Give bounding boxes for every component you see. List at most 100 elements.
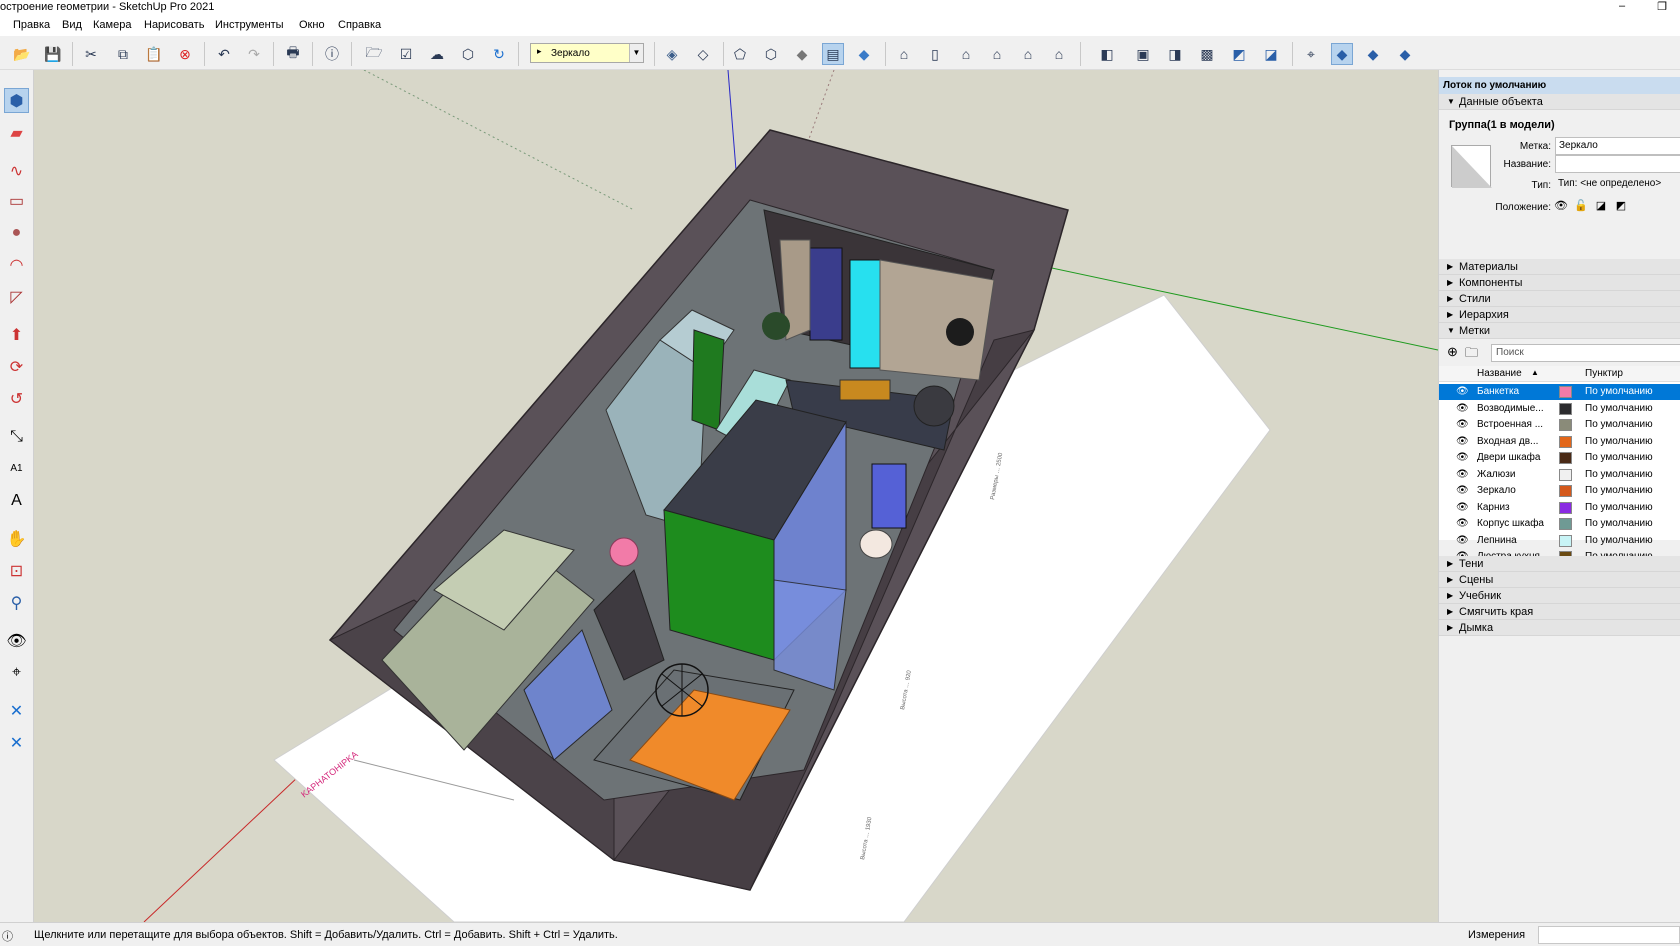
push-pull-tool-icon[interactable]: ⬆ (4, 322, 29, 347)
visibility-icon[interactable]: 👁 (1553, 197, 1569, 213)
warehouse-icon[interactable]: ⬡ (457, 43, 479, 65)
tag-row[interactable]: 👁 Жалюзи По умолчанию (1439, 467, 1680, 483)
tags-search-input[interactable]: Поиск (1491, 344, 1680, 362)
name-field[interactable] (1555, 155, 1680, 173)
erase-icon[interactable]: ⊗ (174, 43, 196, 65)
freehand-tool-icon[interactable]: ∿ (4, 158, 29, 183)
tag-color-swatch[interactable] (1559, 518, 1572, 530)
visibility-icon[interactable]: 👁 (1456, 518, 1469, 529)
tag-row[interactable]: 👁 Двери шкафа По умолчанию (1439, 450, 1680, 466)
copy-icon[interactable]: ⧉ (112, 43, 134, 65)
tag-row[interactable]: 👁 Встроенная ... По умолчанию (1439, 417, 1680, 433)
lock-icon[interactable]: 🔓 (1573, 197, 1589, 213)
tag-row[interactable]: 👁 Корпус шкафа По умолчанию (1439, 516, 1680, 532)
tag-color-swatch[interactable] (1559, 386, 1572, 398)
tag-dash[interactable]: По умолчанию (1585, 469, 1653, 480)
cast-shadows-icon[interactable]: ◩ (1613, 197, 1629, 213)
tag-dash[interactable]: По умолчанию (1585, 452, 1653, 463)
tag-dash[interactable]: По умолчанию (1585, 518, 1653, 529)
measurements-input[interactable] (1538, 926, 1680, 944)
tag-select[interactable]: ▸ Зеркало ▼ (530, 43, 644, 63)
save-icon[interactable]: 💾 (42, 43, 64, 65)
sandbox-settings-icon[interactable]: ✕ (4, 730, 29, 755)
print-icon[interactable]: 🖶 (282, 43, 304, 65)
visibility-icon[interactable]: 👁 (1456, 403, 1469, 414)
visibility-icon[interactable]: 👁 (1456, 452, 1469, 463)
eraser-tool-icon[interactable]: ▰ (4, 120, 29, 145)
tag-dash[interactable]: По умолчанию (1585, 419, 1653, 430)
add-folder-icon[interactable]: 🗀 (1465, 344, 1478, 366)
undo-icon[interactable]: ↶ (213, 43, 235, 65)
axes-3d-text-icon[interactable]: A (4, 488, 29, 513)
section-outliner[interactable]: ▶ Иерархия (1439, 307, 1680, 323)
model-canvas[interactable]: KAPHATOHIPKA Размеры … 2500 Высота … 920… (34, 70, 1438, 922)
section-entity-info[interactable]: ▼ Данные объекта (1439, 94, 1680, 110)
tag-dash[interactable]: По умолчанию (1585, 436, 1653, 447)
cut-icon[interactable]: ✂ (80, 43, 102, 65)
model-viewport[interactable]: KAPHATOHIPKA Размеры … 2500 Высота … 920… (34, 70, 1438, 922)
open-folder-icon[interactable]: 🗁 (363, 43, 385, 65)
tag-color-swatch[interactable] (1559, 435, 1572, 448)
rotate-tool-icon[interactable]: ⟳ (4, 354, 29, 379)
tape-measure-tool-icon[interactable]: ⤡ (4, 424, 29, 449)
tag-color-swatch[interactable] (1559, 419, 1572, 431)
sandbox-tool-icon[interactable]: ✕ (4, 698, 29, 723)
tag-color-swatch[interactable] (1559, 501, 1572, 514)
arc-tool-icon[interactable]: ◠ (4, 252, 29, 277)
visibility-icon[interactable]: 👁 (1456, 535, 1469, 546)
col-name[interactable]: Название (1477, 368, 1522, 379)
menu-draw[interactable]: Нарисовать (144, 19, 204, 31)
tag-color-swatch[interactable] (1559, 485, 1572, 497)
tag-value[interactable]: Зеркало (1555, 137, 1680, 155)
visibility-icon[interactable]: 👁 (1456, 386, 1469, 397)
menu-edit[interactable]: Правка (13, 19, 50, 31)
visibility-icon[interactable]: 👁 (1456, 469, 1469, 480)
rectangle-tool-icon[interactable]: ▭ (4, 188, 29, 213)
zoom-window-tool-icon[interactable]: ⊡ (4, 558, 29, 583)
menu-window[interactable]: Окно (299, 19, 325, 31)
follow-me-tool-icon[interactable]: ↺ (4, 386, 29, 411)
tag-color-swatch[interactable] (1559, 402, 1572, 415)
tag-row[interactable]: 👁 Банкетка По умолчанию (1439, 384, 1680, 400)
visibility-icon[interactable]: 👁 (1456, 419, 1469, 430)
tag-row[interactable]: 👁 Возводимые... По умолчанию (1439, 401, 1680, 417)
tag-row[interactable]: 👁 Карниз По умолчанию (1439, 500, 1680, 516)
text-tool-icon[interactable]: A1 (4, 456, 29, 481)
section-tags[interactable]: ▼ Метки (1439, 323, 1680, 339)
menu-view[interactable]: Вид (62, 19, 82, 31)
section-shadows[interactable]: ▶ Тени (1439, 556, 1680, 572)
menu-camera[interactable]: Камера (93, 19, 131, 31)
receive-shadows-icon[interactable]: ◪ (1593, 197, 1609, 213)
tag-color-swatch[interactable] (1559, 534, 1572, 547)
open-icon[interactable]: 📂 (11, 43, 33, 65)
tag-dash[interactable]: По умолчанию (1585, 485, 1653, 496)
menu-tools[interactable]: Инструменты (215, 19, 284, 31)
tag-row[interactable]: 👁 Лепнина По умолчанию (1439, 533, 1680, 549)
info-icon[interactable]: ⓘ (2, 928, 13, 944)
tag-dash[interactable]: По умолчанию (1585, 502, 1653, 513)
menu-help[interactable]: Справка (338, 19, 381, 31)
visibility-icon[interactable]: 👁 (1456, 436, 1469, 447)
col-dash[interactable]: Пунктир (1585, 368, 1623, 379)
section-soften-edges[interactable]: ▶ Смягчить края (1439, 604, 1680, 620)
section-fog[interactable]: ▶ Дымка (1439, 620, 1680, 636)
visibility-icon[interactable]: 👁 (1456, 485, 1469, 496)
tag-color-swatch[interactable] (1559, 452, 1572, 464)
cloud-upload-icon[interactable]: ☁ (426, 43, 448, 65)
tag-row[interactable]: 👁 Входная дв... По умолчанию (1439, 434, 1680, 450)
section-styles[interactable]: ▶ Стили (1439, 291, 1680, 307)
tag-dash[interactable]: По умолчанию (1585, 386, 1653, 397)
pan-tool-icon[interactable]: ✋ (4, 526, 29, 551)
model-info-icon[interactable]: ⓘ (321, 43, 343, 65)
look-around-tool-icon[interactable]: 👁 (4, 628, 29, 653)
extension-warehouse-icon[interactable]: ↻ (488, 43, 510, 65)
checkbox-icon[interactable]: ☑ (395, 43, 417, 65)
restore-icon[interactable]: ❐ (1652, 0, 1672, 14)
section-instructor[interactable]: ▶ Учебник (1439, 588, 1680, 604)
tag-row[interactable]: 👁 Зеркало По умолчанию (1439, 483, 1680, 499)
section-scenes[interactable]: ▶ Сцены (1439, 572, 1680, 588)
pie-tool-icon[interactable]: ◸ (4, 284, 29, 309)
section-components[interactable]: ▶ Компоненты (1439, 275, 1680, 291)
add-tag-icon[interactable]: ⊕ (1447, 344, 1458, 360)
tag-dash[interactable]: По умолчанию (1585, 403, 1653, 414)
